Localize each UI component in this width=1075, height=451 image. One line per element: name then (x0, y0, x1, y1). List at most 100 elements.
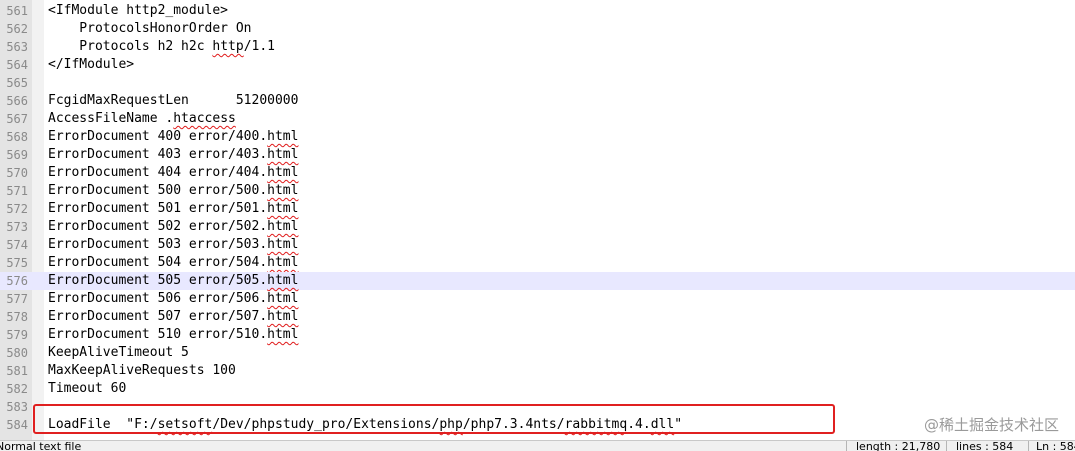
code-text: ErrorDocument 404 error/404. (48, 165, 268, 180)
line-text[interactable]: ErrorDocument 500 error/500.html (48, 182, 298, 200)
line-number: 575 (6, 256, 28, 270)
code-line[interactable]: 562 ProtocolsHonorOrder On (0, 20, 1075, 38)
code-text: ErrorDocument 403 error/403. (48, 147, 268, 162)
code-text: ErrorDocument 502 error/502. (48, 219, 268, 234)
code-text: <IfModule http2_module> (48, 3, 229, 18)
code-text: ErrorDocument 501 error/501. (48, 201, 268, 216)
line-number: 570 (6, 166, 28, 180)
line-text[interactable]: ErrorDocument 502 error/502.html (48, 218, 298, 236)
spellcheck-flagged-word: http (212, 39, 244, 54)
line-text[interactable]: ErrorDocument 504 error/504.html (48, 254, 298, 272)
line-text[interactable]: ErrorDocument 404 error/404.html (48, 164, 298, 182)
line-number: 572 (6, 202, 28, 216)
spellcheck-flagged-word: html (267, 219, 299, 234)
code-line[interactable]: 578 ErrorDocument 507 error/507.html (0, 308, 1075, 326)
code-line[interactable]: 570 ErrorDocument 404 error/404.html (0, 164, 1075, 182)
line-number: 582 (6, 382, 28, 396)
code-line[interactable]: 568 ErrorDocument 400 error/400.html (0, 128, 1075, 146)
annotation-highlight-box (33, 404, 835, 434)
code-line[interactable]: 566 FcgidMaxRequestLen 51200000 (0, 92, 1075, 110)
line-text[interactable]: ProtocolsHonorOrder On (48, 20, 252, 38)
code-text: Timeout 60 (48, 381, 127, 396)
spellcheck-flagged-word: html (267, 201, 299, 216)
spellcheck-flagged-word: html (267, 309, 299, 324)
spellcheck-flagged-word: html (267, 327, 299, 342)
spellcheck-flagged-word: html (267, 183, 299, 198)
code-text: MaxKeepAliveRequests 100 (48, 363, 236, 378)
code-text: </IfModule> (48, 57, 135, 72)
line-number: 563 (6, 40, 28, 54)
watermark: @稀土掘金技术社区 (923, 416, 1059, 434)
spellcheck-flagged-word: html (267, 147, 299, 162)
code-text: ErrorDocument 400 error/400. (48, 129, 268, 144)
line-text[interactable]: <IfModule http2_module> (48, 2, 228, 20)
line-text[interactable]: Timeout 60 (48, 380, 126, 398)
code-line[interactable]: 561 <IfModule http2_module> (0, 2, 1075, 20)
code-line[interactable]: 582 Timeout 60 (0, 380, 1075, 398)
code-text: KeepAliveTimeout 5 (48, 345, 189, 360)
line-number: 564 (6, 58, 28, 72)
code-line[interactable]: 572 ErrorDocument 501 error/501.html (0, 200, 1075, 218)
code-line[interactable]: 564 </IfModule> (0, 56, 1075, 74)
text-editor[interactable]: 561 <IfModule http2_module> 562 ProtocolsH… (0, 0, 1075, 440)
code-line[interactable]: 573 ErrorDocument 502 error/502.html (0, 218, 1075, 236)
line-text[interactable]: ErrorDocument 507 error/507.html (48, 308, 298, 326)
line-text[interactable]: KeepAliveTimeout 5 (48, 344, 189, 362)
code-line[interactable]: 563 Protocols h2 h2c http/1.1 (0, 38, 1075, 56)
code-line-current[interactable]: 576 ErrorDocument 505 error/505.html (0, 272, 1075, 290)
code-line[interactable]: 581 MaxKeepAliveRequests 100 (0, 362, 1075, 380)
line-number: 571 (6, 184, 28, 198)
line-text[interactable]: ErrorDocument 501 error/501.html (48, 200, 298, 218)
line-number: 579 (6, 328, 28, 342)
code-line[interactable]: 575 ErrorDocument 504 error/504.html (0, 254, 1075, 272)
line-number: 565 (6, 76, 28, 90)
line-number: 562 (6, 22, 28, 36)
line-number: 584 (6, 418, 28, 432)
line-text[interactable]: MaxKeepAliveRequests 100 (48, 362, 236, 380)
code-text: Protocols h2 h2c (48, 39, 213, 54)
line-number: 574 (6, 238, 28, 252)
spellcheck-flagged-word: html (267, 165, 299, 180)
code-text: FcgidMaxRequestLen 51200000 (48, 93, 299, 108)
status-bar: Normal text file length : 21,780 lines :… (0, 440, 1075, 451)
code-text: ErrorDocument 510 error/510. (48, 327, 268, 342)
code-line[interactable]: 577 ErrorDocument 506 error/506.html (0, 290, 1075, 308)
code-text: ErrorDocument 504 error/504. (48, 255, 268, 270)
code-line[interactable]: 567 AccessFileName .htaccess (0, 110, 1075, 128)
line-text[interactable]: ErrorDocument 503 error/503.html (48, 236, 298, 254)
line-text[interactable]: </IfModule> (48, 56, 134, 74)
line-number: 581 (6, 364, 28, 378)
line-number: 577 (6, 292, 28, 306)
code-text: ErrorDocument 505 error/505. (48, 273, 268, 288)
code-line[interactable]: 579 ErrorDocument 510 error/510.html (0, 326, 1075, 344)
line-text[interactable]: AccessFileName .htaccess (48, 110, 236, 128)
line-number: 573 (6, 220, 28, 234)
code-line[interactable]: 565 (0, 74, 1075, 92)
spellcheck-flagged-word: htaccess (173, 111, 236, 126)
code-line[interactable]: 580 KeepAliveTimeout 5 (0, 344, 1075, 362)
spellcheck-flagged-word: html (267, 255, 299, 270)
line-text[interactable]: Protocols h2 h2c http/1.1 (48, 38, 275, 56)
code-text: ErrorDocument 503 error/503. (48, 237, 268, 252)
code-text: ErrorDocument 500 error/500. (48, 183, 268, 198)
line-number: 569 (6, 148, 28, 162)
code-lines[interactable]: 561 <IfModule http2_module> 562 ProtocolsH… (0, 2, 1075, 434)
line-number: 578 (6, 310, 28, 324)
line-number: 567 (6, 112, 28, 126)
code-text: AccessFileName . (48, 111, 174, 126)
line-text[interactable]: ErrorDocument 403 error/403.html (48, 146, 298, 164)
code-line[interactable]: 574 ErrorDocument 503 error/503.html (0, 236, 1075, 254)
line-text[interactable]: ErrorDocument 505 error/505.html (48, 272, 298, 290)
code-text: ErrorDocument 506 error/506. (48, 291, 268, 306)
code-line[interactable]: 569 ErrorDocument 403 error/403.html (0, 146, 1075, 164)
code-text: ErrorDocument 507 error/507. (48, 309, 268, 324)
line-text[interactable]: FcgidMaxRequestLen 51200000 (48, 92, 298, 110)
line-number: 576 (6, 274, 28, 288)
code-line[interactable]: 571 ErrorDocument 500 error/500.html (0, 182, 1075, 200)
line-number: 568 (6, 130, 28, 144)
code-text: ProtocolsHonorOrder On (48, 21, 252, 36)
line-text[interactable]: ErrorDocument 510 error/510.html (48, 326, 298, 344)
line-text[interactable]: ErrorDocument 400 error/400.html (48, 128, 298, 146)
line-text[interactable]: ErrorDocument 506 error/506.html (48, 290, 298, 308)
spellcheck-flagged-word: html (267, 273, 299, 288)
